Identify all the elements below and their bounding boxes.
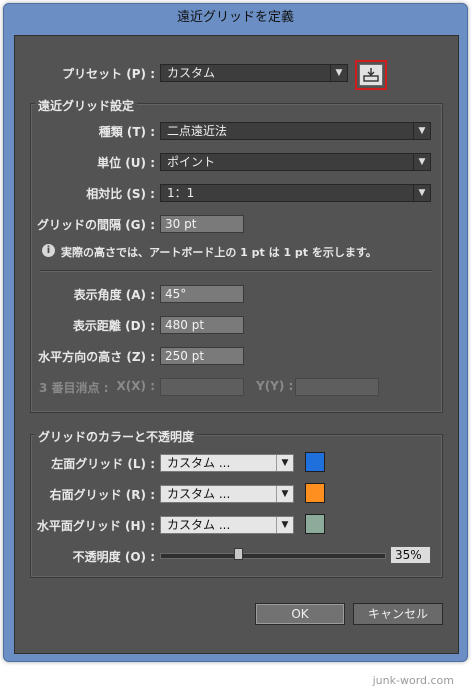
left-grid-dropdown[interactable]: カスタム ... ▼	[160, 454, 294, 472]
unit-label: 単位 (U) :	[97, 156, 155, 170]
third-vp-label: 3 番目消点 :	[39, 381, 109, 395]
horizon-height-label: 水平方向の高さ (Z) :	[38, 350, 155, 364]
save-preset-button[interactable]	[359, 64, 383, 86]
left-grid-color-swatch[interactable]	[305, 452, 325, 472]
divider	[40, 270, 432, 272]
perspective-settings-title: 遠近グリッド設定	[35, 97, 138, 114]
chevron-down-icon: ▼	[276, 486, 293, 502]
ok-button[interactable]: OK	[255, 603, 345, 625]
chevron-down-icon: ▼	[276, 517, 293, 533]
view-angle-label: 表示角度 (A) :	[73, 288, 155, 302]
dialog-window: 遠近グリッドを定義 プリセット (P) : カスタム ▼ 遠近グリッド設定 種類…	[3, 3, 468, 662]
unit-dropdown[interactable]: ポイント ▼	[160, 153, 431, 171]
chevron-down-icon: ▼	[330, 65, 347, 81]
horizontal-grid-dropdown[interactable]: カスタム ... ▼	[160, 516, 294, 534]
unit-value: ポイント	[167, 155, 216, 169]
preset-dropdown[interactable]: カスタム ▼	[160, 64, 348, 82]
right-grid-dropdown[interactable]: カスタム ... ▼	[160, 485, 294, 503]
third-vp-y-label: Y(Y) :	[256, 379, 294, 393]
right-grid-value: カスタム ...	[167, 487, 231, 501]
save-preset-icon	[363, 68, 379, 82]
cancel-button[interactable]: キャンセル	[353, 603, 443, 625]
horizontal-grid-color-swatch[interactable]	[305, 514, 325, 534]
horizon-height-input[interactable]: 250 pt	[160, 347, 244, 365]
opacity-input[interactable]: 35%	[390, 546, 431, 564]
grid-spacing-label: グリッドの間隔 (G) :	[37, 218, 155, 232]
ratio-dropdown[interactable]: 1：1 ▼	[160, 184, 431, 202]
left-grid-label: 左面グリッド (L) :	[51, 457, 155, 471]
watermark: junk-word.com	[372, 674, 454, 687]
opacity-label: 不透明度 (O) :	[72, 550, 155, 564]
chevron-down-icon: ▼	[413, 154, 430, 170]
opacity-slider-thumb[interactable]	[234, 548, 244, 560]
opacity-slider-track[interactable]	[160, 553, 386, 559]
view-angle-input[interactable]: 45°	[160, 285, 244, 303]
third-vp-x-input[interactable]	[160, 378, 244, 396]
color-opacity-title: グリッドのカラーと不透明度	[35, 428, 198, 445]
preset-label: プリセット (P) :	[62, 67, 155, 81]
chevron-down-icon: ▼	[276, 455, 293, 471]
type-dropdown[interactable]: 二点遠近法 ▼	[160, 122, 431, 140]
third-vp-y-input[interactable]	[295, 378, 379, 396]
ratio-value: 1：1	[167, 186, 195, 200]
preset-value: カスタム	[167, 66, 216, 80]
right-grid-label: 右面グリッド (R) :	[49, 488, 155, 502]
grid-spacing-input[interactable]: 30 pt	[160, 215, 244, 233]
view-distance-label: 表示距離 (D) :	[72, 319, 155, 333]
info-text: 実際の高さでは、アートボード上の 1 pt は 1 pt を示します。	[61, 246, 377, 259]
ratio-label: 相対比 (S) :	[86, 187, 155, 201]
window-title: 遠近グリッドを定義	[176, 10, 294, 25]
dialog-body: プリセット (P) : カスタム ▼ 遠近グリッド設定 種類 (T) : 二点遠…	[14, 35, 459, 654]
horizontal-grid-label: 水平面グリッド (H) :	[36, 519, 155, 533]
type-value: 二点遠近法	[167, 124, 228, 138]
info-icon: i	[42, 244, 55, 257]
chevron-down-icon: ▼	[413, 123, 430, 139]
view-distance-input[interactable]: 480 pt	[160, 316, 244, 334]
chevron-down-icon: ▼	[413, 185, 430, 201]
third-vp-x-label: X(X) :	[116, 379, 155, 393]
left-grid-value: カスタム ...	[167, 456, 231, 470]
horizontal-grid-value: カスタム ...	[167, 518, 231, 532]
type-label: 種類 (T) :	[98, 125, 155, 139]
right-grid-color-swatch[interactable]	[305, 483, 325, 503]
